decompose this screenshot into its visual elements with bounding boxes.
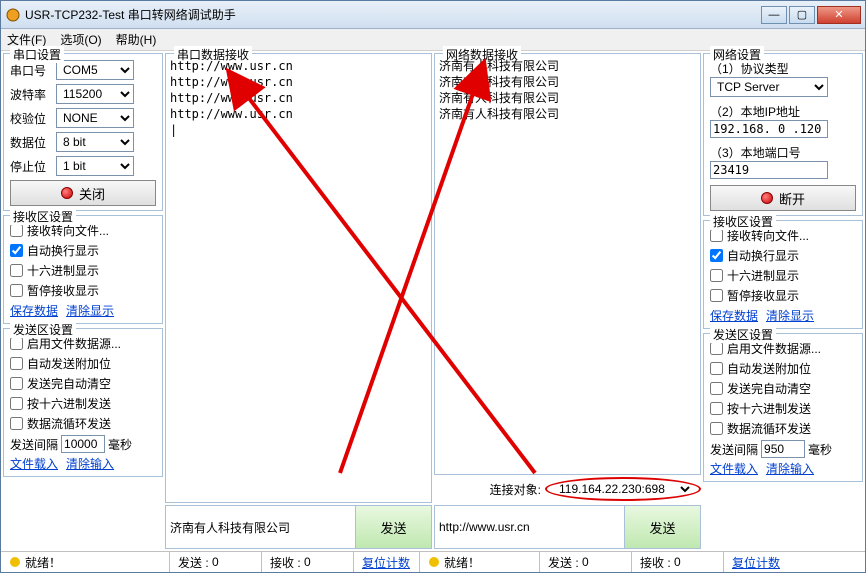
group-title: 发送区设置 (710, 326, 776, 343)
interval-input-right[interactable] (761, 440, 805, 458)
ip-label: （2）本地IP地址 (710, 103, 856, 120)
sent-count-r: 0 (582, 555, 589, 569)
baud-label: 波特率 (10, 86, 52, 103)
tx-options-group-right: 发送区设置 启用文件数据源... 自动发送附加位 发送完自动清空 按十六进制发送… (703, 333, 863, 482)
net-tx-input[interactable] (435, 506, 624, 548)
stop-select[interactable]: 1 bit (56, 156, 134, 176)
tx-clear-check-r[interactable] (710, 382, 723, 395)
rx-clear-link[interactable]: 清除显示 (66, 302, 114, 319)
interval-label: 发送间隔 (10, 436, 58, 453)
recv-count-l: 0 (304, 555, 311, 569)
record-icon (61, 187, 73, 199)
recv-count-r: 0 (674, 555, 681, 569)
port-select[interactable]: COM5 (56, 60, 134, 80)
titlebar: USR-TCP232-Test 串口转网络调试助手 — ▢ ✕ (1, 1, 865, 29)
ready-icon (428, 556, 440, 568)
net-rx-content[interactable]: 济南有人科技有限公司 济南有人科技有限公司 济南有人科技有限公司 济南有人科技有… (439, 58, 696, 470)
rx-tofile-check-r[interactable] (710, 229, 723, 242)
tx-loop-check-r[interactable] (710, 422, 723, 435)
conn-select[interactable]: 119.164.22.230:698 (553, 479, 693, 499)
conn-label: 连接对象: (490, 481, 541, 498)
tx-loop-check[interactable] (10, 417, 23, 430)
tx-extra-check[interactable] (10, 357, 23, 370)
rx-wrap-check-r[interactable] (710, 249, 723, 262)
tx-options-group-left: 发送区设置 启用文件数据源... 自动发送附加位 发送完自动清空 按十六进制发送… (3, 328, 163, 477)
menu-help[interactable]: 帮助(H) (116, 31, 157, 48)
netport-input[interactable] (710, 161, 828, 179)
rx-wrap-check[interactable] (10, 244, 23, 257)
sent-count-l: 0 (212, 555, 219, 569)
data-label: 数据位 (10, 134, 52, 151)
group-title: 接收区设置 (10, 208, 76, 225)
menu-options[interactable]: 选项(O) (60, 31, 101, 48)
tx-clearin-link[interactable]: 清除输入 (66, 455, 114, 472)
net-send-button[interactable]: 发送 (624, 506, 700, 548)
net-rx-box: 网络数据接收 济南有人科技有限公司 济南有人科技有限公司 济南有人科技有限公司 … (434, 53, 701, 475)
serial-settings-group: 串口设置 串口号COM5 波特率115200 校验位NONE 数据位8 bit … (3, 53, 163, 211)
serial-send-button[interactable]: 发送 (355, 506, 431, 548)
proto-select[interactable]: TCP Server (710, 77, 828, 97)
ready-label: 就绪！ (25, 554, 61, 571)
minimize-button[interactable]: — (761, 6, 787, 24)
group-title: 网络设置 (710, 46, 764, 63)
rx-hex-check[interactable] (10, 264, 23, 277)
ip-input[interactable] (710, 120, 828, 138)
serial-rx-content[interactable]: http://www.usr.cn http://www.usr.cn http… (170, 58, 427, 498)
group-title: 发送区设置 (10, 321, 76, 338)
tx-extra-check-r[interactable] (710, 362, 723, 375)
close-button[interactable]: ✕ (817, 6, 861, 24)
rx-save-link-r[interactable]: 保存数据 (710, 307, 758, 324)
serial-close-button[interactable]: 关闭 (10, 180, 156, 206)
serial-rx-box: 串口数据接收 http://www.usr.cn http://www.usr.… (165, 53, 432, 503)
group-title: 接收区设置 (710, 213, 776, 230)
group-title: 串口设置 (10, 46, 64, 63)
reset-count-r[interactable]: 复位计数 (732, 554, 780, 571)
rx-options-group-left: 接收区设置 接收转向文件... 自动换行显示 十六进制显示 暂停接收显示 保存数… (3, 215, 163, 324)
rx-tofile-check[interactable] (10, 224, 23, 237)
port-label: 串口号 (10, 62, 52, 79)
baud-select[interactable]: 115200 (56, 84, 134, 104)
tx-clear-check[interactable] (10, 377, 23, 390)
interval-input-left[interactable] (61, 435, 105, 453)
statusbar: 就绪！ 发送 : 0 接收 : 0 复位计数 就绪！ 发送 : 0 接收 : 0… (1, 551, 865, 572)
stop-label: 停止位 (10, 158, 52, 175)
tx-load-link-r[interactable]: 文件载入 (710, 460, 758, 477)
window-title: USR-TCP232-Test 串口转网络调试助手 (25, 6, 761, 23)
rx-options-group-right: 接收区设置 接收转向文件... 自动换行显示 十六进制显示 暂停接收显示 保存数… (703, 220, 863, 329)
tx-file-check-r[interactable] (710, 342, 723, 355)
serial-tx-input[interactable] (166, 506, 355, 548)
disconnect-button[interactable]: 断开 (710, 185, 856, 211)
app-icon (5, 7, 21, 23)
parity-label: 校验位 (10, 110, 52, 127)
rx-pause-check[interactable] (10, 284, 23, 297)
tx-load-link[interactable]: 文件载入 (10, 455, 58, 472)
parity-select[interactable]: NONE (56, 108, 134, 128)
tx-hex-check[interactable] (10, 397, 23, 410)
record-icon (761, 192, 773, 204)
rx-hex-check-r[interactable] (710, 269, 723, 282)
conn-highlight: 119.164.22.230:698 (545, 477, 701, 501)
rx-clear-link-r[interactable]: 清除显示 (766, 307, 814, 324)
ready-icon (9, 556, 21, 568)
rx-pause-check-r[interactable] (710, 289, 723, 302)
maximize-button[interactable]: ▢ (789, 6, 815, 24)
tx-file-check[interactable] (10, 337, 23, 350)
tx-hex-check-r[interactable] (710, 402, 723, 415)
netport-label: （3）本地端口号 (710, 144, 856, 161)
data-select[interactable]: 8 bit (56, 132, 134, 152)
reset-count-l[interactable]: 复位计数 (362, 554, 410, 571)
net-settings-group: 网络设置 （1）协议类型 TCP Server （2）本地IP地址 （3）本地端… (703, 53, 863, 216)
tx-clearin-link-r[interactable]: 清除输入 (766, 460, 814, 477)
rx-save-link[interactable]: 保存数据 (10, 302, 58, 319)
